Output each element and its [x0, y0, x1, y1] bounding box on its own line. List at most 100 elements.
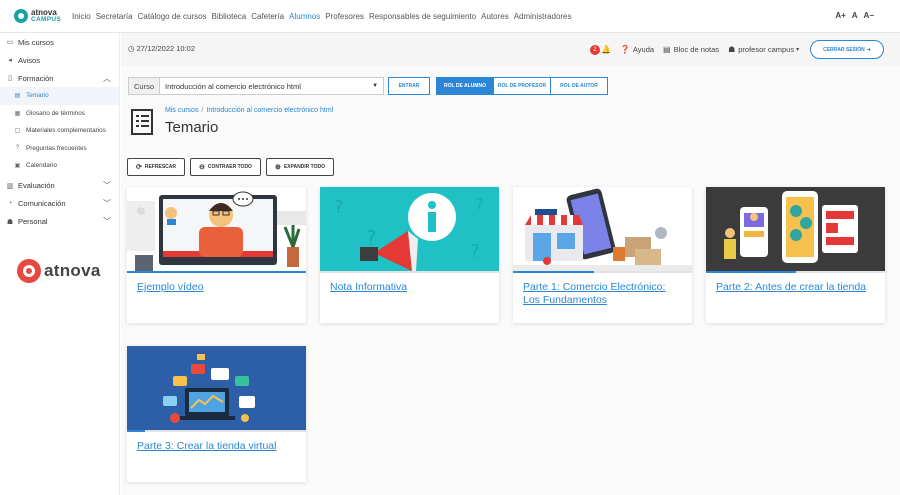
clock-icon: ◷: [128, 44, 135, 53]
sidebar-item-temario[interactable]: ▤ Temario: [0, 87, 119, 105]
sidebar-item-label: Calendario: [26, 162, 57, 170]
caret-down-icon: ▼: [372, 83, 379, 89]
refresh-button[interactable]: ⟳ REFRESCAR: [127, 158, 185, 176]
sidebar-item-personal[interactable]: ☗ Personal ﹀: [0, 213, 119, 231]
bell-icon[interactable]: 🔔: [601, 45, 611, 54]
calendar-icon: ▣: [14, 163, 21, 170]
unit-image-devices: [706, 187, 885, 271]
role-teacher-button[interactable]: ROL DE PROFESOR: [493, 77, 552, 95]
font-reset-button[interactable]: A: [852, 11, 858, 20]
unit-progress-bar: [127, 430, 306, 432]
svg-text:?: ?: [366, 226, 377, 250]
svg-text:?: ?: [476, 197, 483, 213]
logo-icon: [14, 9, 28, 23]
expand-all-button[interactable]: ⊕ EXPANDIR TODO: [265, 158, 335, 176]
nav-catalogo[interactable]: Catálogo de cursos: [138, 12, 207, 21]
breadcrumb-link[interactable]: Mis cursos: [165, 107, 198, 114]
logo-subtext: CAMPUS: [31, 16, 61, 23]
campus-logo[interactable]: atnova CAMPUS: [14, 9, 70, 23]
sidebar-item-label: Formación: [18, 73, 54, 83]
nav-profesores[interactable]: Profesores: [325, 12, 364, 21]
unit-card[interactable]: ? ? ? ? Nota Informativa: [320, 187, 499, 323]
unit-title-link[interactable]: Parte 1: Comercio Electrónico: Los Funda…: [523, 281, 685, 307]
sidebar-item-label: Glosario de términos: [26, 109, 85, 117]
syllabus-icon: [131, 109, 153, 135]
unit-title-link[interactable]: Nota Informativa: [330, 281, 492, 294]
nav-secretaria[interactable]: Secretaría: [96, 12, 133, 21]
chevron-up-icon: ︿: [103, 73, 111, 83]
user-menu[interactable]: ☗ profesor campus ▾: [728, 45, 799, 54]
role-student-button[interactable]: ROL DE ALUMNO: [436, 77, 495, 95]
sidebar-item-calendario[interactable]: ▣ Calendario: [0, 157, 119, 175]
main-content: ◷ 27/12/2022 10:02 2 🔔 ❓ Ayuda ▤ Bloc de n…: [121, 33, 900, 495]
sidebar-item-glosario[interactable]: ▦ Glosario de términos: [0, 105, 119, 123]
nav-biblioteca[interactable]: Biblioteca: [212, 12, 247, 21]
unit-title-link[interactable]: Parte 3: Crear la tienda virtual: [137, 440, 299, 453]
list-icon: ▤: [14, 93, 21, 100]
sidebar-item-avisos[interactable]: ◂ Avisos: [0, 51, 119, 69]
font-increase-button[interactable]: A+: [835, 11, 845, 20]
datetime-text: 27/12/2022 10:02: [136, 44, 196, 53]
zoom-in-icon: ⊕: [274, 164, 281, 171]
laptop-icon: ▭: [6, 39, 14, 46]
brand-logo-text: atnova: [44, 261, 101, 280]
nav-inicio[interactable]: Inicio: [72, 12, 91, 21]
brand-logo: atnova: [17, 259, 101, 283]
unit-progress-fill: [127, 271, 306, 273]
sidebar-item-preguntas[interactable]: ? Preguntas frecuentes: [0, 140, 119, 158]
sidebar-item-mis-cursos[interactable]: ▭ Mis cursos: [0, 33, 119, 51]
collapse-label: CONTRAER TODO: [207, 164, 252, 170]
unit-progress-bar: [706, 271, 885, 273]
sidebar-item-formacion[interactable]: ▯ Formación ︿: [0, 69, 119, 87]
nav-alumnos[interactable]: Alumnos: [289, 12, 320, 21]
help-icon: ❓: [619, 45, 630, 54]
unit-progress-fill: [706, 271, 796, 273]
notes-label: Bloc de notas: [673, 45, 720, 54]
unit-progress-bar: [513, 271, 692, 273]
unit-card[interactable]: Parte 2: Antes de crear la tienda: [706, 187, 885, 323]
sidebar-item-evaluacion[interactable]: ▥ Evaluación ﹀: [0, 177, 119, 195]
chevron-down-icon: ﹀: [103, 217, 111, 226]
nav-responsables[interactable]: Responsables de seguimiento: [369, 12, 476, 21]
logout-label: CERRAR SESIÓN: [823, 46, 865, 53]
svg-text:?: ?: [470, 241, 480, 262]
unit-title-link[interactable]: Parte 2: Antes de crear la tienda: [716, 281, 878, 294]
collapse-all-button[interactable]: ⊖ CONTRAER TODO: [190, 158, 261, 176]
unit-image-info: ? ? ? ?: [320, 187, 499, 271]
unit-card[interactable]: Parte 1: Comercio Electrónico: Los Funda…: [513, 187, 692, 323]
caret-down-icon: ▾: [796, 47, 800, 53]
notification-badge[interactable]: 2: [589, 44, 600, 55]
logout-icon: ➜: [866, 46, 871, 53]
sidebar: ▭ Mis cursos ◂ Avisos ▯ Formación ︿ ▤ Te…: [0, 33, 120, 495]
unit-progress-bar: [320, 271, 499, 273]
sidebar-item-comunicacion[interactable]: ◔ Comunicación ﹀: [0, 195, 119, 213]
sidebar-item-materiales[interactable]: ▢ Materiales complementarios: [0, 122, 119, 140]
logo-text: atnova: [31, 8, 57, 17]
notes-link[interactable]: ▤ Bloc de notas: [663, 45, 719, 54]
course-select[interactable]: Introducción al comercio electrónico htm…: [160, 77, 385, 95]
role-author-button[interactable]: ROL DE AUTOR: [550, 77, 609, 95]
megaphone-icon: ◂: [8, 57, 12, 64]
enter-button[interactable]: ENTRAR: [388, 77, 431, 95]
font-decrease-button[interactable]: A−: [864, 11, 874, 20]
unit-progress-fill: [513, 271, 594, 273]
unit-card[interactable]: Parte 3: Crear la tienda virtual: [127, 346, 306, 482]
nav-autores[interactable]: Autores: [481, 12, 509, 21]
help-link[interactable]: ❓ Ayuda: [620, 45, 654, 54]
breadcrumb: Mis cursos / Introducción al comercio elec…: [165, 107, 333, 114]
breadcrumb-link[interactable]: Introducción al comercio electrónico htm…: [206, 107, 333, 114]
datetime: ◷ 27/12/2022 10:02: [128, 44, 195, 53]
chevron-down-icon: ﹀: [103, 199, 111, 208]
sidebar-item-label: Mis cursos: [18, 37, 54, 47]
question-icon: ?: [15, 145, 20, 152]
nav-administradores[interactable]: Administradores: [514, 12, 572, 21]
unit-title-link[interactable]: Ejemplo vídeo: [137, 281, 299, 294]
nav-cafeteria[interactable]: Cafetería: [251, 12, 284, 21]
breadcrumb-separator: /: [201, 107, 204, 114]
unit-card[interactable]: Ejemplo vídeo: [127, 187, 306, 323]
course-selector-row: Curso Introducción al comercio electróni…: [128, 77, 609, 95]
sidebar-item-label: Materiales complementarios: [26, 127, 106, 135]
sidebar-item-label: Temario: [26, 92, 49, 100]
unit-image-store: [513, 187, 692, 271]
logout-button[interactable]: CERRAR SESIÓN ➜: [810, 40, 884, 59]
